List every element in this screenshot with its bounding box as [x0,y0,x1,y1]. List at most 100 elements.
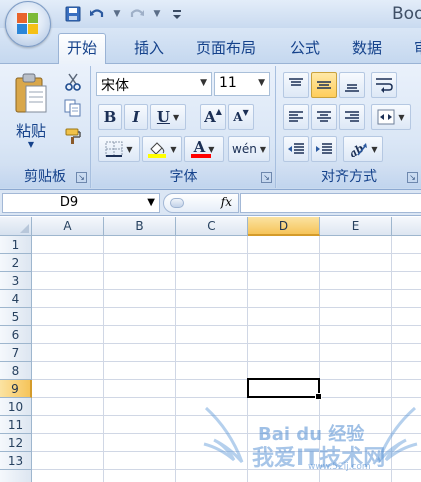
active-cell-d9[interactable] [247,378,322,400]
gridline [32,415,421,416]
wrap-text-button[interactable] [371,72,397,98]
undo-icon [90,9,104,17]
font-name-combo[interactable]: 宋体 ▼ [96,72,212,96]
ribbon-tabs: 开始 插入 页面布局 公式 数据 审 [0,28,421,65]
column-header-b[interactable]: B [104,217,176,236]
column-header-d[interactable]: D [248,217,320,236]
font-group-label: 字体 [92,166,275,188]
italic-button[interactable]: I [124,104,148,130]
italic-label: I [132,108,140,126]
top-align-icon [289,78,303,86]
format-painter-button[interactable] [60,124,86,148]
font-size-value: 11 [219,75,237,91]
underline-label: U [156,108,170,126]
phonetic-icon: wén [232,142,257,156]
row-header-2[interactable]: 2 [0,254,32,272]
select-all-button[interactable] [0,217,32,236]
chevron-down-icon: ▼ [371,144,378,154]
bottom-align-button[interactable] [339,72,365,98]
column-header-f[interactable] [392,217,421,236]
fill-color-button[interactable]: ▼ [142,136,182,162]
tab-data[interactable]: 数据 [344,34,390,64]
chevron-down-icon[interactable]: ▼ [147,197,155,208]
office-button[interactable] [5,1,51,47]
row-header-7[interactable]: 7 [0,344,32,362]
column-header-a[interactable]: A [32,217,104,236]
align-left-icon [289,111,303,122]
customize-toolbar-button[interactable] [166,4,188,24]
gridline [32,289,421,290]
customize-icon [173,10,181,19]
tab-insert[interactable]: 插入 [126,34,172,64]
increase-indent-button[interactable] [311,136,337,162]
align-center-button[interactable] [311,104,337,130]
redo-dropdown-icon[interactable]: ▼ [150,4,164,24]
formula-input[interactable] [240,193,421,213]
row-header-6[interactable]: 6 [0,326,32,344]
tab-home[interactable]: 开始 [58,33,107,65]
row-header-9[interactable]: 9 [0,380,32,398]
undo-button[interactable] [86,4,108,24]
chevron-down-icon: ▼ [259,144,266,154]
undo-dropdown-icon[interactable]: ▼ [110,4,124,24]
quick-access-toolbar: ▼ ▼ [62,3,188,25]
insert-function-button[interactable]: fx [221,195,232,209]
gridline [32,451,421,452]
underline-button[interactable]: U ▼ [150,104,186,130]
ribbon: 粘贴 ▼ 剪贴板 ↘ 宋体 ▼ 11 ▼ B I U ▼ A ▲ A ▼ ▼ ▼… [0,64,421,190]
top-align-button[interactable] [283,72,309,98]
middle-align-button[interactable] [311,72,337,98]
row-header-8[interactable]: 8 [0,362,32,380]
row-header-10[interactable]: 10 [0,398,32,416]
cut-button[interactable] [60,70,86,94]
font-size-combo[interactable]: 11 ▼ [214,72,270,96]
resize-handle-icon[interactable] [170,198,184,208]
row-header-11[interactable]: 11 [0,416,32,434]
merge-center-button[interactable]: ▼ [371,104,411,130]
decrease-indent-button[interactable] [283,136,309,162]
column-header-c[interactable]: C [176,217,248,236]
row-header-12[interactable]: 12 [0,434,32,452]
copy-button[interactable] [60,96,86,120]
office-logo-icon [17,13,39,35]
tab-review[interactable]: 审 [406,34,421,64]
save-button[interactable] [62,4,84,24]
chevron-down-icon: ▼ [398,112,405,122]
middle-align-icon [317,81,331,89]
orientation-button[interactable]: ab ▼ [343,136,383,162]
alignment-launcher-icon[interactable]: ↘ [407,172,418,183]
borders-button[interactable]: ▼ [98,136,140,162]
gridline [247,236,248,482]
name-box[interactable]: D9 ▼ [2,193,160,213]
alignment-group: ▼ ab ▼ 对齐方式 ↘ [277,66,421,188]
bold-button[interactable]: B [98,104,122,130]
row-header-3[interactable]: 3 [0,272,32,290]
align-right-button[interactable] [339,104,365,130]
grow-font-button[interactable]: A ▲ [200,104,226,130]
paste-button[interactable]: 粘贴 ▼ [6,68,56,156]
font-color-button[interactable]: A ▼ [184,136,224,162]
tab-page-layout[interactable]: 页面布局 [188,34,264,64]
font-group: 宋体 ▼ 11 ▼ B I U ▼ A ▲ A ▼ ▼ ▼ A ▼ wén ▼ … [92,66,276,188]
tab-formulas[interactable]: 公式 [282,34,328,64]
gridline [32,433,421,434]
clipboard-launcher-icon[interactable]: ↘ [76,172,87,183]
align-left-button[interactable] [283,104,309,130]
clipboard-group: 粘贴 ▼ 剪贴板 ↘ [0,66,91,188]
window-title: Boo [392,4,421,24]
row-header-1[interactable]: 1 [0,236,32,254]
phonetic-button[interactable]: wén ▼ [228,136,270,162]
row-header-14[interactable] [0,470,32,482]
redo-button[interactable] [126,4,148,24]
row-header-4[interactable]: 4 [0,290,32,308]
row-header-13[interactable]: 13 [0,452,32,470]
shrink-font-button[interactable]: A ▼ [228,104,254,130]
grow-font-label: A [204,108,216,126]
column-header-e[interactable]: E [320,217,392,236]
gridline [103,236,104,482]
row-header-5[interactable]: 5 [0,308,32,326]
font-color-swatch [191,154,211,158]
copy-icon [64,99,81,117]
paste-label: 粘贴 [15,122,46,140]
font-launcher-icon[interactable]: ↘ [261,172,272,183]
